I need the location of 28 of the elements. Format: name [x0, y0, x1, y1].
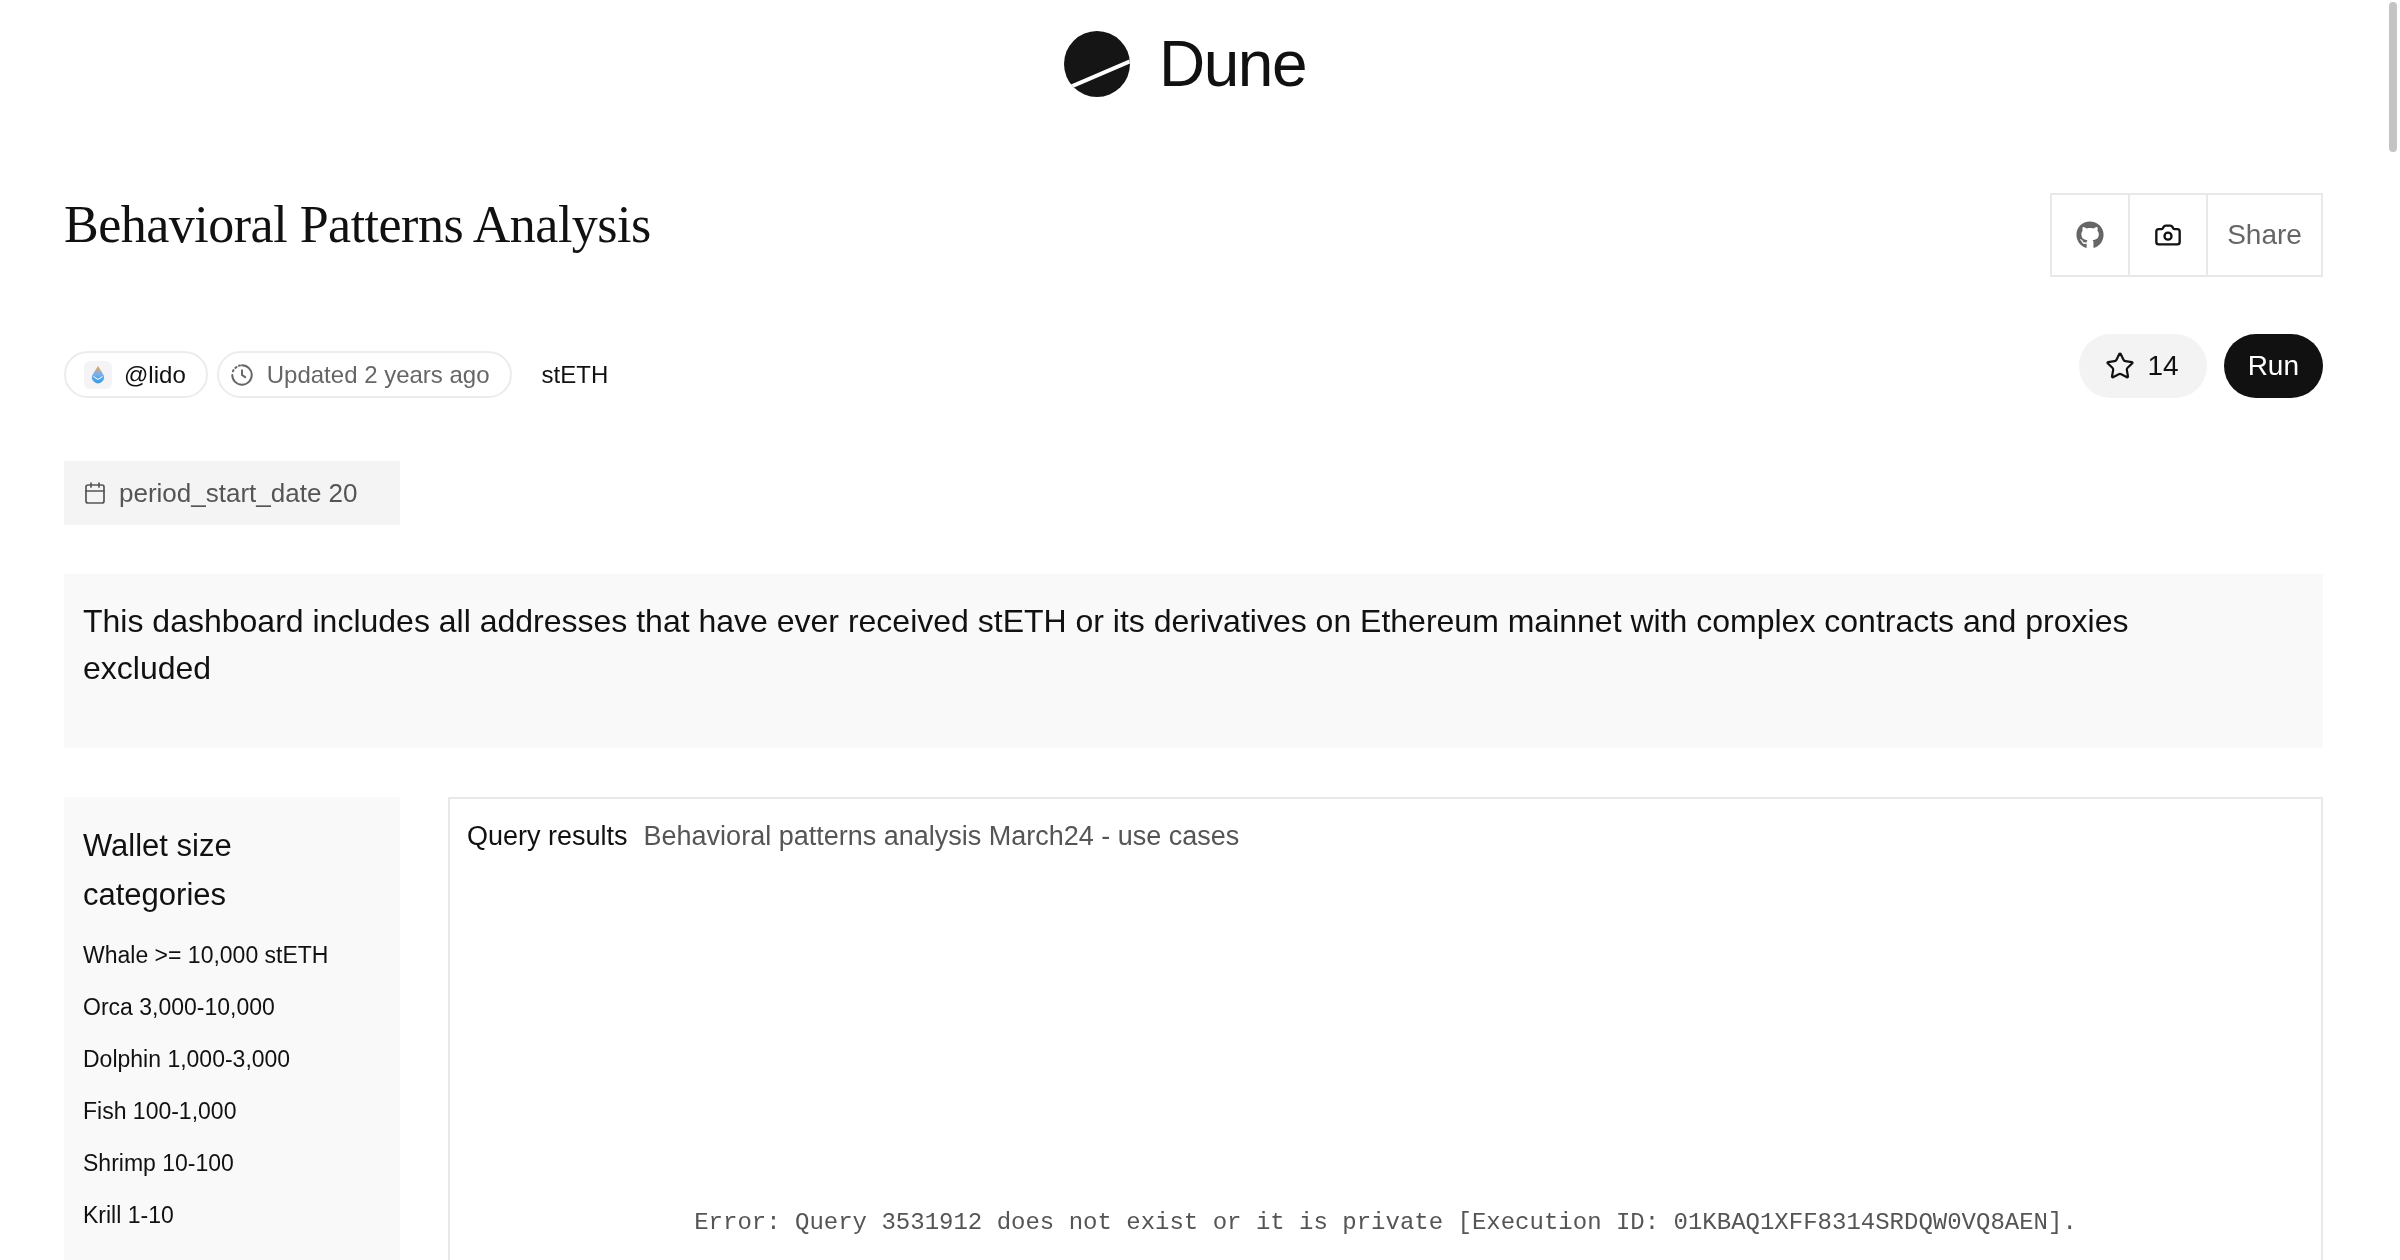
parameter-button[interactable]: period_start_date 20: [64, 461, 400, 525]
panel-label: Query results: [467, 820, 628, 853]
logo-icon: [1064, 31, 1130, 97]
query-name: Behavioral patterns analysis March24 - use cases: [643, 820, 1240, 853]
drop-icon: [84, 360, 112, 389]
star-count: 14: [2147, 350, 2179, 382]
description-text: This dashboard includes all addresses that have ever received stETH or its derivatives on Ethereum mainnet with complex contracts and proxies excluded: [83, 602, 2130, 688]
updated-text: Updated 2 years ago: [266, 360, 490, 389]
logo-text: Dune: [1159, 32, 1306, 96]
calendar-icon: [83, 481, 107, 505]
legend-item: Fish 100-1,000: [83, 1097, 238, 1126]
run-button[interactable]: Run: [2223, 334, 2323, 398]
star-button[interactable]: 14: [2079, 334, 2207, 398]
legend-item: Dolphin 1,000-3,000: [83, 1045, 292, 1074]
github-icon: [2076, 221, 2104, 249]
legend-item: Shrimp 10-100: [83, 1149, 235, 1178]
scrollbar-thumb[interactable]: [2389, 2, 2397, 152]
legend-item: Whale >= 10,000 stETH: [83, 941, 330, 970]
legend-item: Krill 1-10: [83, 1201, 175, 1230]
author-name: @lido: [124, 360, 186, 389]
error-message: Error: Query 3531912 does not exist or it is private [Execution ID: 01KBAQ1XFF8314SRDQW0VQ8AEN].: [694, 1208, 2077, 1238]
clock-icon: [228, 361, 255, 388]
legend-title: Wallet size categories: [83, 827, 233, 914]
legend-item: Orca 3,000-10,000: [83, 993, 276, 1022]
author-chip[interactable]: @lido: [64, 351, 208, 398]
tag-link[interactable]: stETH: [541, 360, 609, 389]
dashboard-title: Behavioral Patterns Analysis: [64, 195, 651, 255]
star-icon: [2105, 351, 2136, 381]
